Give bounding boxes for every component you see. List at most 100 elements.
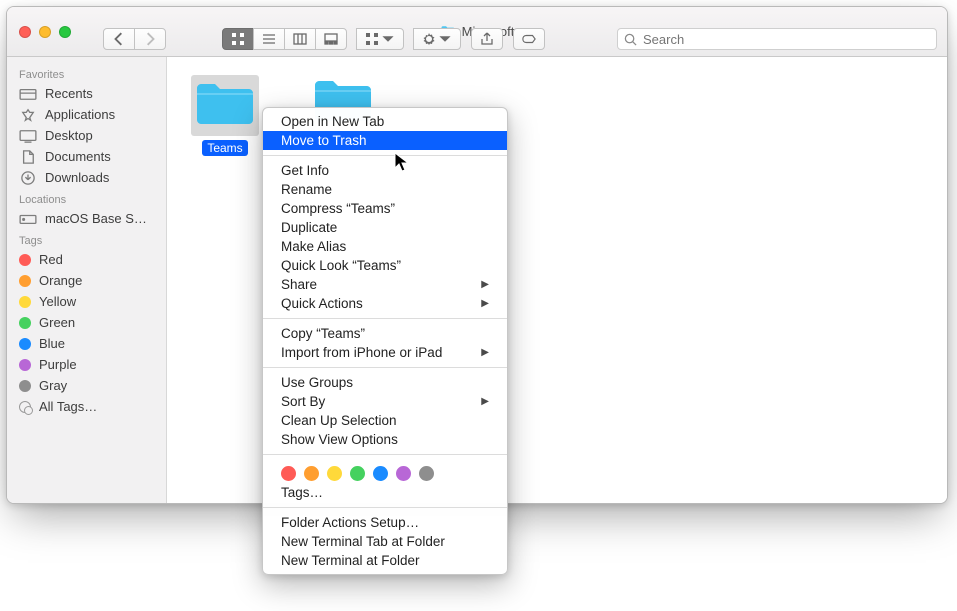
folder-item-teams[interactable]: Teams	[189, 75, 261, 156]
sidebar-tag-green[interactable]: Green	[7, 312, 166, 333]
context-menu-tag-color[interactable]	[350, 466, 365, 481]
context-menu-tags-row	[263, 460, 507, 483]
sidebar-item-applications[interactable]: Applications	[7, 104, 166, 125]
context-menu-item-label: Duplicate	[281, 220, 337, 235]
context-menu-item-label: Tags…	[281, 485, 323, 500]
context-menu-item-get-info[interactable]: Get Info	[263, 161, 507, 180]
submenu-arrow-icon: ▶	[481, 279, 489, 290]
context-menu-item-clean-up-selection[interactable]: Clean Up Selection	[263, 411, 507, 430]
view-list-button[interactable]	[253, 28, 285, 50]
context-menu-item-label: Open in New Tab	[281, 114, 384, 129]
tag-color-icon	[19, 317, 31, 329]
tag-color-icon	[19, 359, 31, 371]
titlebar: Microsoft	[7, 7, 947, 57]
action-menu-button[interactable]	[413, 28, 461, 50]
sidebar-tag-orange[interactable]: Orange	[7, 270, 166, 291]
context-menu-separator	[263, 507, 507, 508]
tags-button[interactable]	[513, 28, 545, 50]
sidebar-heading-tags: Tags	[7, 229, 166, 249]
context-menu-item-show-view-options[interactable]: Show View Options	[263, 430, 507, 449]
context-menu-item-label: New Terminal Tab at Folder	[281, 534, 445, 549]
context-menu-item-quick-actions[interactable]: Quick Actions ▶	[263, 294, 507, 313]
context-menu-item-label: Share	[281, 277, 317, 292]
context-menu-item-label: Show View Options	[281, 432, 398, 447]
tag-label: Gray	[39, 378, 67, 393]
tag-label: Orange	[39, 273, 82, 288]
context-menu-item-label: Get Info	[281, 163, 329, 178]
context-menu-item-use-groups[interactable]: Use Groups	[263, 373, 507, 392]
sidebar-tag-yellow[interactable]: Yellow	[7, 291, 166, 312]
search-input[interactable]	[643, 32, 930, 47]
context-menu-item-label: Rename	[281, 182, 332, 197]
context-menu-item-label: Copy “Teams”	[281, 326, 365, 341]
context-menu-item-move-to-trash[interactable]: Move to Trash	[263, 131, 507, 150]
arrange-group	[357, 28, 404, 50]
submenu-arrow-icon: ▶	[481, 298, 489, 309]
context-menu-item-new-terminal-tab-at-folder[interactable]: New Terminal Tab at Folder	[263, 532, 507, 551]
context-menu-item-folder-actions-setup[interactable]: Folder Actions Setup…	[263, 513, 507, 532]
tag-label: Green	[39, 315, 75, 330]
view-columns-button[interactable]	[284, 28, 316, 50]
context-menu-tag-color[interactable]	[281, 466, 296, 481]
context-menu-item-make-alias[interactable]: Make Alias	[263, 237, 507, 256]
context-menu-item-label: New Terminal at Folder	[281, 553, 420, 568]
sidebar-tag-gray[interactable]: Gray	[7, 375, 166, 396]
submenu-arrow-icon: ▶	[481, 396, 489, 407]
sidebar-item-macos-base[interactable]: macOS Base S…	[7, 208, 166, 229]
share-button[interactable]	[471, 28, 503, 50]
search-icon	[624, 33, 637, 46]
sidebar-item-documents[interactable]: Documents	[7, 146, 166, 167]
context-menu-tag-color[interactable]	[373, 466, 388, 481]
folder-icon	[191, 75, 259, 136]
sidebar-tag-purple[interactable]: Purple	[7, 354, 166, 375]
view-gallery-button[interactable]	[315, 28, 347, 50]
sidebar-item-recents[interactable]: Recents	[7, 83, 166, 104]
sidebar-item-desktop[interactable]: Desktop	[7, 125, 166, 146]
context-menu-item-label: Quick Actions	[281, 296, 363, 311]
back-button[interactable]	[103, 28, 135, 50]
context-menu-item-label: Import from iPhone or iPad	[281, 345, 442, 360]
context-menu-item-label: Folder Actions Setup…	[281, 515, 419, 530]
context-menu-item-duplicate[interactable]: Duplicate	[263, 218, 507, 237]
nav-back-forward	[103, 28, 166, 50]
context-menu-item-rename[interactable]: Rename	[263, 180, 507, 199]
context-menu-item-label: Sort By	[281, 394, 325, 409]
context-menu-separator	[263, 367, 507, 368]
context-menu-tag-color[interactable]	[304, 466, 319, 481]
tag-color-icon	[19, 296, 31, 308]
context-menu-item-copy-teams[interactable]: Copy “Teams”	[263, 324, 507, 343]
context-menu-item-label: Make Alias	[281, 239, 346, 254]
context-menu-item-quick-look-teams[interactable]: Quick Look “Teams”	[263, 256, 507, 275]
context-menu-item-new-terminal-at-folder[interactable]: New Terminal at Folder	[263, 551, 507, 570]
group-by-button[interactable]	[356, 28, 404, 50]
context-menu-tag-color[interactable]	[327, 466, 342, 481]
context-menu-item-label: Quick Look “Teams”	[281, 258, 401, 273]
sidebar-tag-red[interactable]: Red	[7, 249, 166, 270]
view-mode-group	[222, 28, 347, 50]
tag-label: All Tags…	[39, 399, 97, 414]
submenu-arrow-icon: ▶	[481, 347, 489, 358]
tag-label: Red	[39, 252, 63, 267]
context-menu-item-import-from-iphone-or-ipad[interactable]: Import from iPhone or iPad ▶	[263, 343, 507, 362]
context-menu: Open in New Tab Move to Trash Get Info Rena…	[262, 107, 508, 575]
search-field[interactable]	[617, 28, 937, 50]
sidebar-tag-blue[interactable]: Blue	[7, 333, 166, 354]
context-menu-item-compress-teams[interactable]: Compress “Teams”	[263, 199, 507, 218]
sidebar-item-downloads[interactable]: Downloads	[7, 167, 166, 188]
context-menu-item-share[interactable]: Share ▶	[263, 275, 507, 294]
context-menu-item-label: Move to Trash	[281, 133, 367, 148]
context-menu-tag-color[interactable]	[396, 466, 411, 481]
sidebar-tag-alltags[interactable]: All Tags…	[7, 396, 166, 417]
context-menu-item-open-in-new-tab[interactable]: Open in New Tab	[263, 112, 507, 131]
context-menu-item-label: Compress “Teams”	[281, 201, 395, 216]
tag-color-icon	[19, 380, 31, 392]
folder-label: Teams	[202, 140, 247, 156]
tag-color-icon	[19, 275, 31, 287]
view-icons-button[interactable]	[222, 28, 254, 50]
cursor-icon	[394, 152, 410, 177]
tag-color-icon	[19, 338, 31, 350]
context-menu-item-sort-by[interactable]: Sort By ▶	[263, 392, 507, 411]
context-menu-item-tags[interactable]: Tags…	[263, 483, 507, 502]
context-menu-tag-color[interactable]	[419, 466, 434, 481]
forward-button[interactable]	[134, 28, 166, 50]
